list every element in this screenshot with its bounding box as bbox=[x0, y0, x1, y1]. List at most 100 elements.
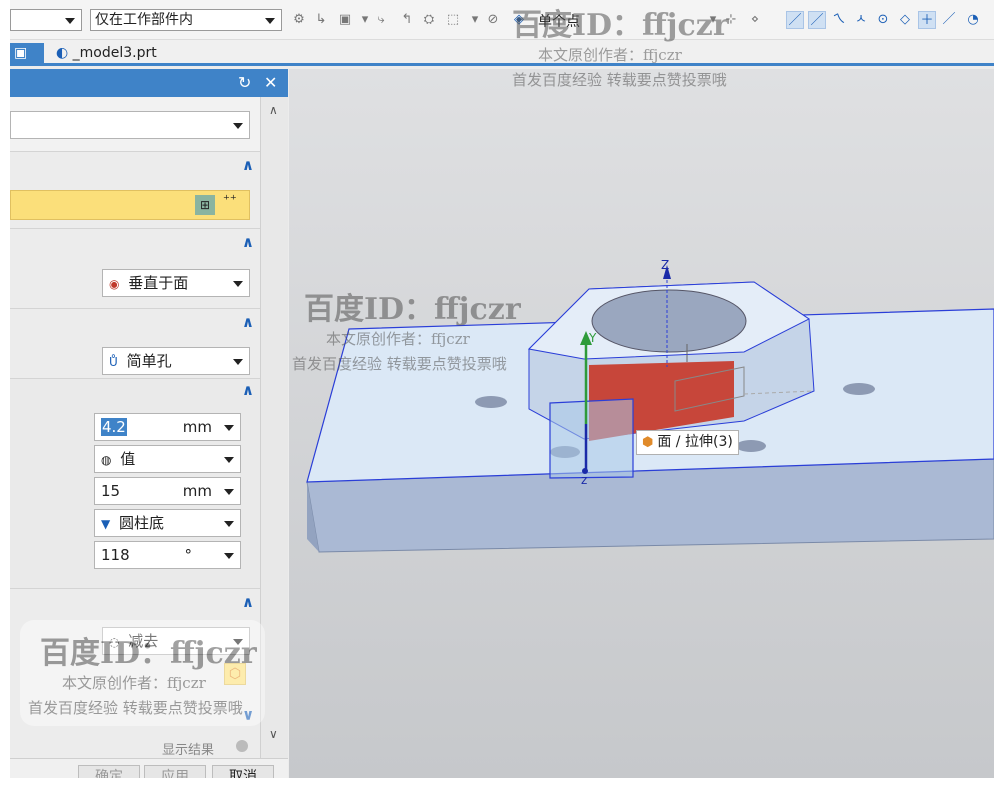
tip-angle-unit: ° bbox=[184, 546, 193, 564]
show-result-icon[interactable] bbox=[236, 740, 248, 752]
tip-angle-input[interactable]: 118 ° bbox=[94, 541, 241, 569]
midpoint-icon[interactable]: ／ bbox=[808, 11, 826, 29]
component-icon[interactable]: ⛭ bbox=[420, 11, 438, 29]
diameter-unit: mm bbox=[182, 418, 212, 436]
top-toolbar: 仅在工作部件内 ⚙ ↳ ▣ ▾ ⤷ ↰ ⛭ ⬚ ▾ ⊘ ◈ 单个点 ▾ ⊹ ⋄ … bbox=[10, 0, 994, 40]
tab-model3[interactable]: ◐ _model3.prt bbox=[50, 43, 250, 65]
tip-angle-value[interactable]: 118 bbox=[101, 546, 130, 564]
direction-section: ∧ ◉ 垂直于面 bbox=[10, 228, 260, 308]
tab-active[interactable]: ▣ ✕ bbox=[10, 43, 44, 80]
depth-limit-value: 值 bbox=[120, 450, 136, 468]
snap-point-icon[interactable]: ◈ bbox=[510, 11, 528, 29]
axis-z-label: Z bbox=[661, 258, 670, 272]
depth-unit: mm bbox=[182, 482, 212, 500]
collapse-caret-icon[interactable]: ∧ bbox=[242, 156, 254, 174]
dialog-content: ∧ ⊞ ⁺⁺ ∧ ◉ 垂直于面 ∧ Ů 简单孔 ∧ 4.2 mm ◍ 值 15 … bbox=[10, 97, 260, 778]
cylinder-bottom-icon: ▼ bbox=[101, 517, 111, 531]
boolean-section: ∧ ◌ 减去 ⬡ ∧ 显示结果 bbox=[10, 588, 260, 778]
pick-icon[interactable]: ▣ bbox=[336, 11, 354, 29]
chevron-down-icon bbox=[233, 123, 243, 129]
part-file-icon: ◐ bbox=[56, 45, 69, 61]
direction-value: 垂直于面 bbox=[128, 274, 189, 292]
boolean-value: 减去 bbox=[128, 632, 159, 650]
form-section: ∧ Ů 简单孔 bbox=[10, 308, 260, 378]
boss-bore bbox=[591, 289, 747, 353]
boolean-dropdown[interactable]: ◌ 减去 bbox=[102, 627, 250, 655]
sketch-icon[interactable]: ⊞ bbox=[195, 195, 215, 215]
type-filter-select[interactable] bbox=[10, 9, 82, 31]
ok-button[interactable]: 确定 bbox=[78, 765, 140, 778]
depth-to-value: 圆柱底 bbox=[119, 514, 165, 532]
hole-preview bbox=[549, 398, 634, 479]
face-tooltip: ⬢ 面 / 拉伸(3) bbox=[636, 430, 739, 455]
axis-y-label: Y bbox=[589, 331, 597, 345]
hole-form-dropdown[interactable]: Ů 简单孔 bbox=[102, 347, 250, 375]
tab-model3-label: _model3.prt bbox=[72, 45, 157, 61]
dropdown-icon[interactable]: ▾ bbox=[466, 11, 484, 29]
plate-hole bbox=[843, 383, 875, 395]
depth-input[interactable]: 15 mm bbox=[94, 477, 241, 505]
apply-button[interactable]: 应用 bbox=[144, 765, 206, 778]
point-on-face-icon[interactable]: ◔ bbox=[964, 11, 982, 29]
filter-icon[interactable]: ↰ bbox=[398, 11, 416, 29]
scroll-down-icon[interactable]: ∨ bbox=[269, 727, 278, 741]
deselect-icon[interactable]: ⊘ bbox=[484, 11, 502, 29]
plate-hole bbox=[475, 396, 507, 408]
diameter-input[interactable]: 4.2 mm bbox=[94, 413, 241, 441]
control-point-icon[interactable]: ㄟ bbox=[830, 11, 848, 29]
select-body-icon[interactable]: ⬡ bbox=[224, 663, 246, 685]
collapse-caret-icon[interactable]: ∧ bbox=[242, 313, 254, 331]
existing-point-icon[interactable]: ＋ bbox=[918, 11, 936, 29]
endpoint-icon[interactable]: ／ bbox=[786, 11, 804, 29]
reset-icon[interactable]: ↻ bbox=[238, 73, 251, 92]
chevron-down-icon bbox=[224, 425, 234, 431]
expand-caret-icon[interactable]: ∧ bbox=[242, 707, 254, 725]
plate-hole bbox=[736, 440, 766, 452]
collapse-caret-icon[interactable]: ∧ bbox=[242, 233, 254, 251]
scroll-up-icon[interactable]: ∧ bbox=[269, 103, 278, 117]
scope-select[interactable]: 仅在工作部件内 bbox=[90, 9, 282, 31]
snap-grid-icon[interactable]: ⋄ bbox=[746, 11, 764, 29]
close-icon[interactable]: ✕ bbox=[264, 73, 277, 92]
subtract-icon: ◌ bbox=[109, 635, 120, 649]
model-view bbox=[306, 265, 994, 553]
app-window: 仅在工作部件内 ⚙ ↳ ▣ ▾ ⤷ ↰ ⛭ ⬚ ▾ ⊘ ◈ 单个点 ▾ ⊹ ⋄ … bbox=[10, 0, 994, 778]
chevron-down-icon bbox=[233, 639, 243, 645]
snap-mode-select[interactable]: 单个点 bbox=[538, 11, 580, 31]
dropdown-icon[interactable]: ▾ bbox=[704, 11, 722, 29]
specify-point-field[interactable]: ⊞ ⁺⁺ bbox=[10, 190, 250, 220]
feature-select-icon[interactable]: ↳ bbox=[312, 11, 330, 29]
cancel-button[interactable]: 取消 bbox=[212, 765, 274, 778]
dialog-button-row: 确定 应用 取消 bbox=[10, 758, 288, 778]
chevron-down-icon bbox=[224, 521, 234, 527]
direction-dropdown[interactable]: ◉ 垂直于面 bbox=[102, 269, 250, 297]
collapse-caret-icon[interactable]: ∧ bbox=[242, 381, 254, 399]
intersection-icon[interactable]: ㅅ bbox=[852, 11, 870, 29]
file-tab-bar: ▣ ✕ ◐ _model3.prt bbox=[10, 40, 994, 80]
simple-hole-icon: Ů bbox=[109, 355, 118, 369]
scope-select-value: 仅在工作部件内 bbox=[95, 12, 193, 28]
document-icon: ▣ bbox=[14, 45, 28, 61]
snap-enable-icon[interactable]: ⊹ bbox=[722, 11, 740, 29]
cube-icon: ⬢ bbox=[642, 435, 654, 450]
face-tooltip-label: 面 / 拉伸(3) bbox=[657, 434, 733, 450]
collapse-caret-icon[interactable]: ∧ bbox=[242, 593, 254, 611]
follow-icon[interactable]: ⤷ bbox=[372, 11, 390, 29]
axis-z-lower-label: z bbox=[581, 473, 588, 487]
dialog-scrollbar[interactable]: ∧ ∨ bbox=[260, 97, 288, 778]
hole-type-dropdown[interactable] bbox=[10, 111, 250, 139]
arc-center-icon[interactable]: ⊙ bbox=[874, 11, 892, 29]
quadrant-icon[interactable]: ◇ bbox=[896, 11, 914, 29]
show-result-label[interactable]: 显示结果 bbox=[162, 739, 214, 758]
chevron-down-icon bbox=[233, 281, 243, 287]
depth-limit-dropdown[interactable]: ◍ 值 bbox=[94, 445, 241, 473]
depth-value[interactable]: 15 bbox=[101, 482, 120, 500]
selection-icon[interactable]: ⚙ bbox=[290, 11, 308, 29]
diameter-value[interactable]: 4.2 bbox=[101, 418, 127, 436]
depth-to-dropdown[interactable]: ▼ 圆柱底 bbox=[94, 509, 241, 537]
graphics-viewport[interactable]: Z Y z bbox=[289, 69, 994, 778]
dimensions-section: ∧ 4.2 mm ◍ 值 15 mm ▼ 圆柱底 118 ° bbox=[10, 378, 260, 588]
rectangle-select-icon[interactable]: ⬚ bbox=[444, 11, 462, 29]
point-on-curve-icon[interactable]: ／ bbox=[940, 11, 958, 29]
point-dialog-icon[interactable]: ⁺⁺ bbox=[223, 193, 237, 208]
